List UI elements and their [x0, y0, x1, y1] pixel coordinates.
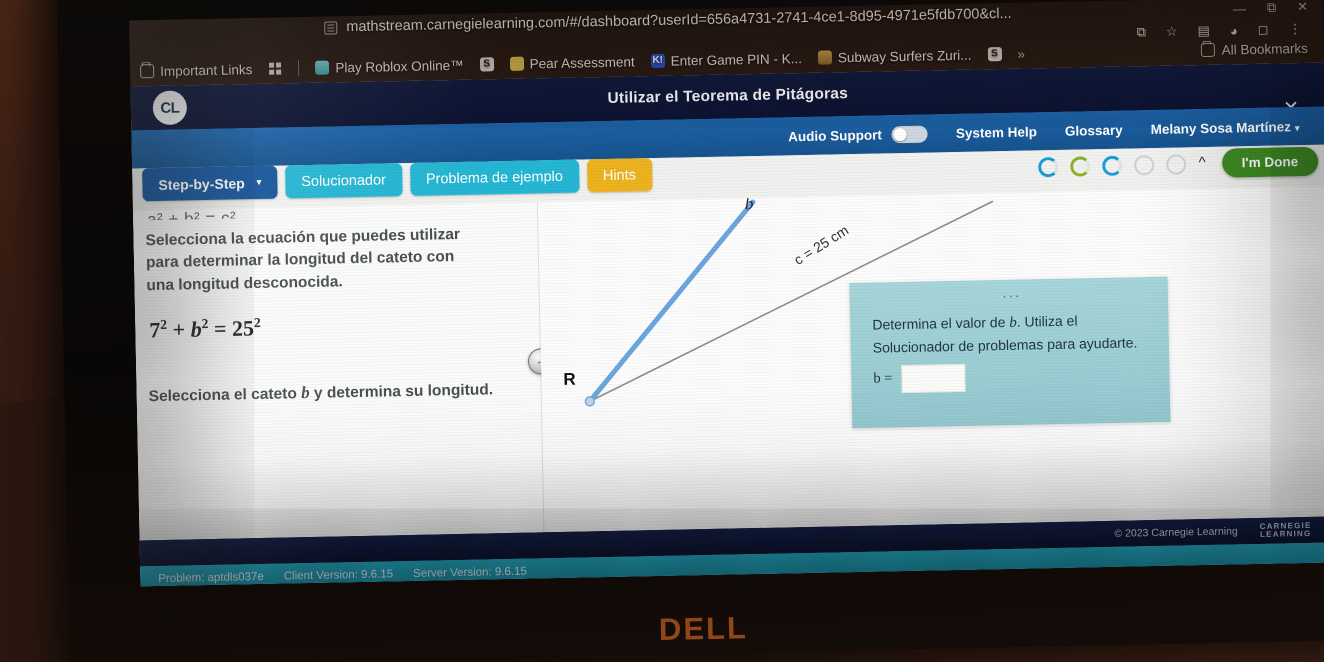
- bookmark-enter-game-pin[interactable]: K! Enter Game PIN - K...: [650, 50, 803, 69]
- vertex-label-r: R: [563, 369, 576, 389]
- carnegie-learning-app: CL Utilizar el Teorema de Pitágoras ✕ Au…: [130, 62, 1324, 587]
- restore-icon[interactable]: ⧉: [1267, 0, 1278, 16]
- photo-of-laptop-screen: — ⧉ ✕ mathstream.carnegielearning.com/#/…: [0, 0, 1324, 662]
- bookmark-label: Play Roblox Online™: [335, 57, 464, 75]
- equation-a: 7: [149, 317, 161, 343]
- chevron-up-icon[interactable]: ^: [1198, 153, 1205, 170]
- roblox-icon: [315, 60, 330, 75]
- close-window-icon[interactable]: ✕: [1297, 0, 1309, 15]
- equation-c: 25: [231, 315, 255, 342]
- dell-brand-logo: DELL: [69, 598, 1324, 659]
- audio-support-toggle[interactable]: [891, 125, 929, 143]
- bookmarks-overflow-chevron[interactable]: »: [1017, 46, 1025, 61]
- carnegie-learning-logo-icon[interactable]: CL: [152, 90, 188, 126]
- question-2-variable: b: [300, 382, 310, 402]
- equation-display: 72 + b2 = 252: [149, 310, 514, 344]
- equation-b-exp: 2: [201, 316, 209, 332]
- answer-label: b =: [873, 370, 893, 388]
- tab-label: Solucionador: [301, 171, 387, 190]
- equation-op: +: [172, 317, 186, 343]
- dell-wordmark: DELL: [658, 610, 749, 648]
- subway-surfers-icon: [817, 50, 833, 65]
- folder-icon: [139, 64, 155, 79]
- glossary-link[interactable]: Glossary: [1065, 122, 1123, 138]
- tab-label: Step-by-Step: [158, 174, 245, 193]
- page-title: Utilizar el Teorema de Pitágoras: [607, 85, 849, 107]
- bookmark-label: Pear Assessment: [529, 53, 635, 72]
- answer-input[interactable]: [901, 363, 966, 394]
- tab-solucionador[interactable]: Solucionador: [284, 163, 403, 199]
- tab-label: Hints: [602, 166, 637, 184]
- tab-label: Problema de ejemplo: [425, 168, 564, 188]
- swirl-icon: S: [479, 57, 494, 72]
- callout-dots: ···: [1002, 287, 1022, 304]
- bookmark-swirl[interactable]: S: [479, 57, 494, 72]
- question-2-post: y determina su longitud.: [309, 381, 494, 402]
- workspace: a² + b² = c² . Selecciona la ecuación qu…: [132, 186, 1324, 541]
- carnegie-learning-wordmark: CARNEGIE LEARNING: [1259, 521, 1312, 540]
- status-server-version: Server Version: 9.6.15: [412, 565, 527, 580]
- progress-indicator: ^ I'm Done: [1038, 146, 1319, 182]
- all-bookmarks-button[interactable]: All Bookmarks: [1200, 40, 1308, 57]
- question-pane: a² + b² = c² . Selecciona la ecuación qu…: [132, 202, 545, 541]
- audio-support-label: Audio Support: [788, 126, 883, 144]
- question-text-2: Selecciona el cateto b y determina su lo…: [148, 377, 498, 409]
- audio-support-control[interactable]: Audio Support: [788, 125, 929, 145]
- bookmark-label: Enter Game PIN - K...: [670, 50, 803, 69]
- folder-icon: [1200, 42, 1215, 58]
- all-bookmarks-label: All Bookmarks: [1221, 40, 1309, 58]
- window-controls[interactable]: — ⧉ ✕: [1233, 0, 1310, 16]
- equation-eq: =: [213, 316, 227, 342]
- chevron-down-icon: ▾: [256, 176, 262, 188]
- bookmark-apps-grid[interactable]: [268, 61, 282, 75]
- user-menu[interactable]: Melany Sosa Martínez ▾: [1151, 119, 1300, 137]
- vertex-point-r[interactable]: [584, 396, 596, 407]
- callout-text: Determina el valor de b. Utiliza el Solu…: [872, 309, 1153, 360]
- callout-panel: ··· Determina el valor de b. Utiliza el …: [849, 276, 1171, 429]
- diagram-pane: b R c = 25 cm ··· Determina el valor de …: [537, 186, 1324, 533]
- address-bar[interactable]: mathstream.carnegielearning.com/#/dashbo…: [324, 6, 1012, 36]
- laptop-body: — ⧉ ✕ mathstream.carnegielearning.com/#/…: [56, 0, 1324, 662]
- bookmark-pear-assessment[interactable]: Pear Assessment: [509, 53, 635, 72]
- system-help-link[interactable]: System Help: [956, 124, 1037, 141]
- wordmark-line-2: LEARNING: [1259, 528, 1312, 539]
- swirl-icon-2: S: [987, 47, 1002, 62]
- bookmark-label: Important Links: [159, 61, 253, 79]
- laptop-screen: — ⧉ ✕ mathstream.carnegielearning.com/#/…: [129, 0, 1324, 587]
- callout-text-pre: Determina el valor de: [872, 313, 1010, 333]
- minimize-icon[interactable]: —: [1233, 1, 1247, 16]
- answer-row: b =: [873, 360, 1154, 394]
- progress-dot-4: [1134, 154, 1155, 175]
- status-problem-id: Problem: aptdls037e: [158, 570, 264, 586]
- progress-dot-1: [1038, 156, 1059, 177]
- user-name: Melany Sosa Martínez: [1150, 118, 1292, 137]
- question-text-1: Selecciona la ecuación que puedes utiliz…: [145, 225, 461, 295]
- progress-dot-3: [1102, 155, 1123, 176]
- progress-dot-2: [1070, 155, 1091, 177]
- im-done-button[interactable]: I'm Done: [1221, 146, 1319, 178]
- bookmark-subway-surfers[interactable]: Subway Surfers Zuri...: [817, 47, 972, 65]
- tab-step-by-step[interactable]: Step-by-Step ▾: [142, 165, 278, 202]
- tab-problema-de-ejemplo[interactable]: Problema de ejemplo: [409, 159, 580, 196]
- equation-c-exp: 2: [253, 315, 261, 331]
- progress-dot-5: [1166, 153, 1187, 175]
- bookmark-play-roblox[interactable]: Play Roblox Online™: [315, 57, 464, 75]
- bookmark-label: Subway Surfers Zuri...: [837, 47, 972, 65]
- page-info-icon: [324, 20, 338, 35]
- tab-hints[interactable]: Hints: [586, 158, 653, 193]
- leg-b-line[interactable]: [586, 199, 757, 404]
- apps-grid-icon: [268, 61, 282, 75]
- question-2-pre: Selecciona el cateto: [148, 384, 302, 405]
- bookmark-swirl-2[interactable]: S: [987, 47, 1002, 62]
- kahoot-icon: K!: [650, 53, 665, 69]
- chevron-down-icon: ▾: [1294, 122, 1300, 133]
- bookmark-divider: [298, 60, 300, 77]
- copyright-text: © 2023 Carnegie Learning: [1114, 525, 1238, 540]
- equation-a-exp: 2: [160, 317, 168, 333]
- status-client-version: Client Version: 9.6.15: [283, 568, 394, 583]
- bookmark-important-links[interactable]: Important Links: [139, 61, 253, 79]
- url-text: mathstream.carnegielearning.com/#/dashbo…: [346, 5, 1012, 36]
- pear-icon: [509, 56, 524, 71]
